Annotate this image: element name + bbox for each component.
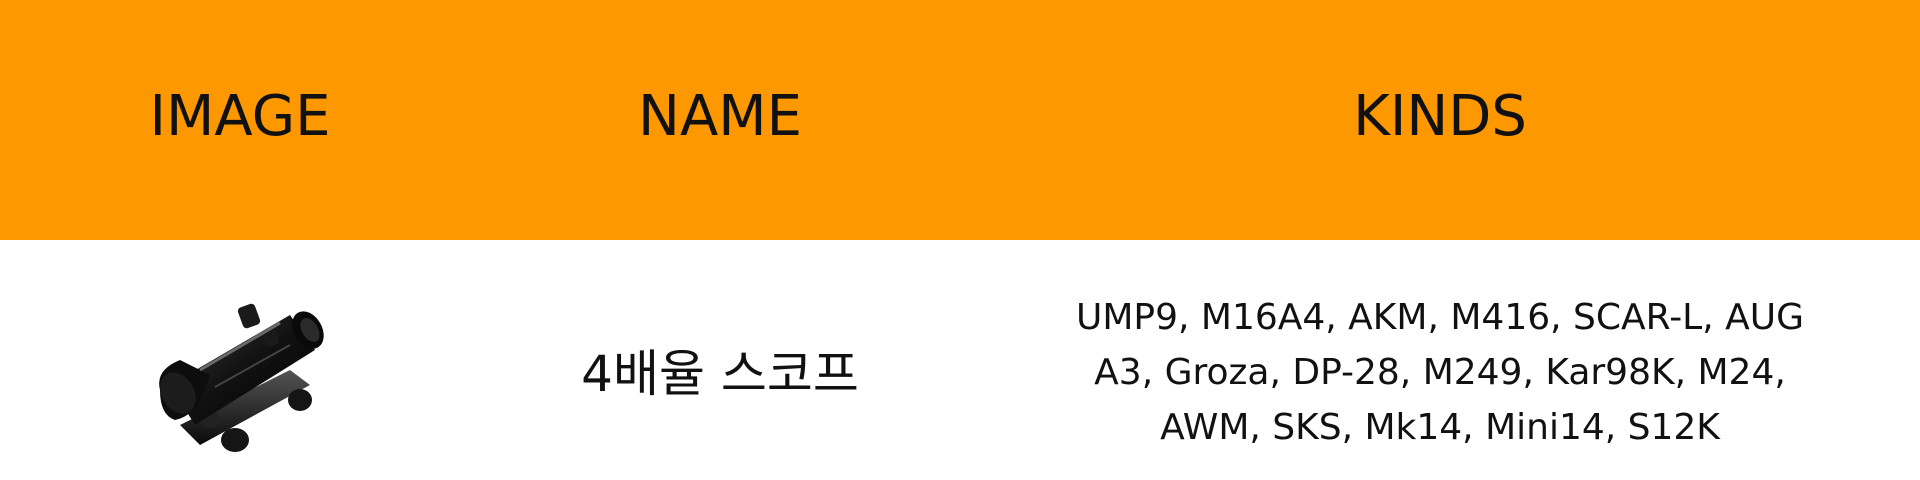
- table-row: 4배율 스코프 UMP9, M16A4, AKM, M416, SCAR-L, …: [0, 240, 1920, 480]
- header-name: NAME: [638, 83, 802, 149]
- item-kinds: UMP9, M16A4, AKM, M416, SCAR-L, AUG A3, …: [1075, 296, 1804, 448]
- item-table: IMAGE NAME KINDS 4배율 스코프 UMP9, M16A4, AK…: [0, 0, 1920, 480]
- header-kinds: KINDS: [1353, 83, 1527, 149]
- item-name: 4배율 스코프: [581, 345, 859, 403]
- table-header-row: IMAGE NAME KINDS: [0, 0, 1920, 240]
- row-name-cell: 4배율 스코프: [480, 240, 960, 480]
- scope-icon: [140, 245, 340, 475]
- row-kinds-cell: UMP9, M16A4, AKM, M416, SCAR-L, AUG A3, …: [960, 240, 1920, 480]
- header-image: IMAGE: [149, 83, 331, 149]
- row-image-cell: [0, 240, 480, 480]
